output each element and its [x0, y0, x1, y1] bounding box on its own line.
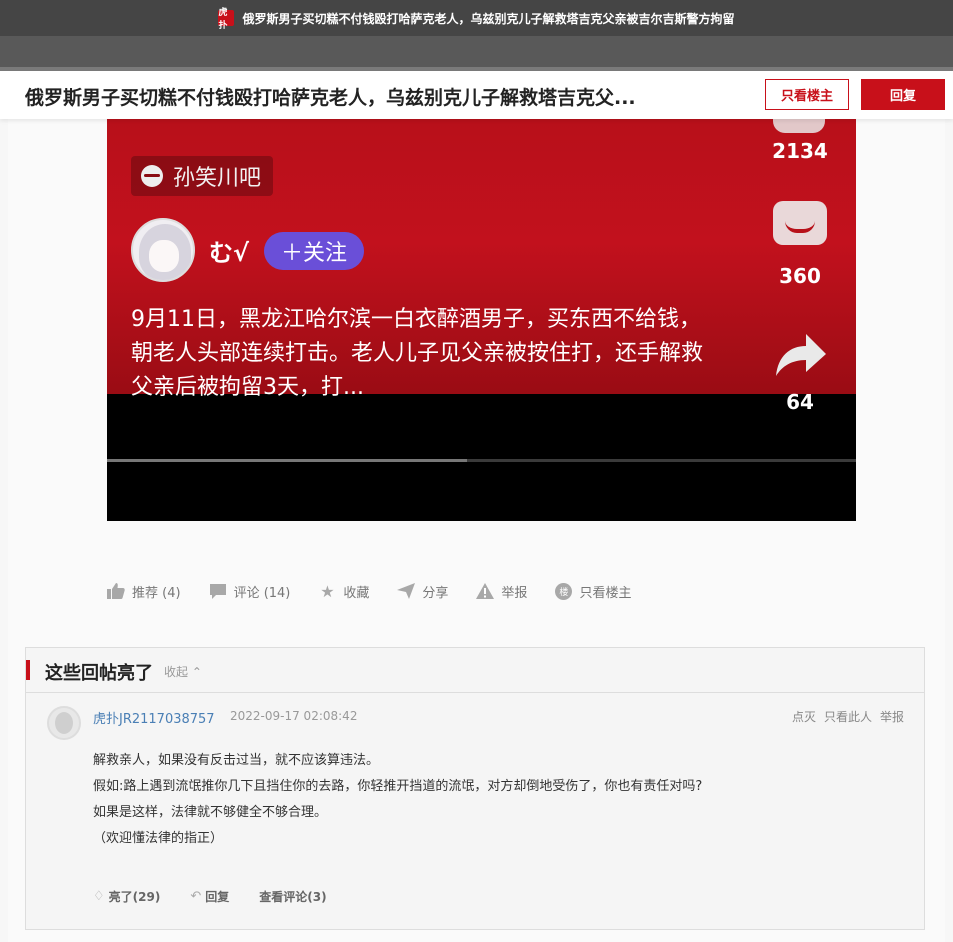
recommend-button[interactable]: 推荐 (4) — [107, 582, 181, 601]
sticky-thread-header: 俄罗斯男子买切糕不付钱殴打哈萨克老人，乌兹别克儿子解救塔吉克父... 只看楼主 … — [0, 71, 953, 119]
reply-operations: 点灭 只看此人 举报 — [784, 708, 904, 725]
favorite-label: 收藏 — [343, 585, 370, 601]
like-count: 2134 — [772, 139, 828, 163]
reply-line: 假如:路上遇到流氓推你几下且挡住你的去路，你轻推开挡道的流氓，对方却倒地受伤了，… — [93, 779, 703, 794]
reply-line: 解救亲人，如果没有反击过当，就不应该算违法。 — [93, 753, 380, 768]
collapse-label: 收起 — [164, 665, 189, 679]
share-label: 分享 — [422, 585, 449, 601]
reply-to-reply-button[interactable]: ↶ 回复 — [190, 888, 229, 905]
reply-line: （欢迎懂法律的指正） — [93, 831, 224, 846]
poster-name: む√ — [209, 239, 250, 267]
chevron-up-icon: ⌃ — [191, 665, 202, 679]
floor-owner-icon: 楼 — [555, 582, 573, 600]
reply-avatar[interactable] — [47, 706, 81, 740]
avatar-head-icon — [55, 712, 73, 734]
reply-body: 解救亲人，如果没有反击过当，就不应该算违法。 假如:路上遇到流氓推你几下且挡住你… — [93, 748, 893, 852]
only-op-button[interactable]: 只看楼主 — [765, 79, 849, 110]
comment-icon — [773, 201, 827, 245]
view-comments-label: 查看评论(3) — [259, 890, 327, 904]
video-progress-bar[interactable] — [107, 459, 856, 462]
thumbs-up-icon — [107, 583, 125, 599]
window-title: 俄罗斯男子买切糕不付钱殴打哈萨克老人，乌兹别克儿子解救塔吉克父亲被吉尔吉斯警方拘… — [242, 11, 735, 26]
share-arrow-icon — [776, 334, 826, 376]
comment-count: 360 — [779, 264, 821, 288]
star-icon: ★ — [320, 581, 335, 601]
lightbulb-icon: ♢ — [93, 889, 105, 904]
forum-globe-icon — [141, 165, 163, 187]
only-op-action[interactable]: 楼 只看楼主 — [555, 582, 631, 601]
only-this-user-link[interactable]: 只看此人 — [824, 708, 872, 725]
warning-icon — [476, 583, 495, 599]
share-button[interactable]: 分享 — [397, 582, 448, 601]
light-button[interactable]: ♢ 亮了(29) — [93, 888, 160, 905]
section-accent-bar — [26, 660, 30, 680]
post-action-bar: 推荐 (4) 评论 (14) ★ 收藏 分享 举报 楼 只看楼主 — [107, 579, 659, 603]
comment-label: 评论 (14) — [233, 585, 291, 601]
comment-button[interactable]: 评论 (14) — [209, 582, 291, 601]
forum-tag: 孙笑川吧 — [131, 156, 274, 196]
highlighted-replies-header: 这些回帖亮了 收起 ⌃ — [26, 648, 924, 693]
highlighted-replies: 这些回帖亮了 收起 ⌃ 虎扑JR2117038757 2022-09-17 02… — [25, 647, 925, 930]
site-favicon-icon: 虎扑 — [218, 8, 235, 31]
reply-line: 如果是这样，法律就不够健全不够合理。 — [93, 805, 328, 820]
report-button[interactable]: 举报 — [476, 582, 527, 601]
window-titlebar: 虎扑 俄罗斯男子买切糕不付钱殴打哈萨克老人，乌兹别克儿子解救塔吉克父亲被吉尔吉斯… — [0, 0, 953, 36]
report-label: 举报 — [501, 585, 528, 601]
dislike-link[interactable]: 点灭 — [792, 708, 816, 725]
follow-button: ＋关注 — [264, 232, 364, 270]
reply-footer: ♢ 亮了(29) ↶ 回复 查看评论(3) — [93, 888, 357, 905]
collapse-toggle[interactable]: 收起 ⌃ — [164, 663, 202, 680]
poster-avatar — [131, 218, 195, 282]
comment-bubble-icon — [209, 584, 226, 599]
reply-to-reply-label: 回复 — [205, 890, 230, 904]
reply-timestamp: 2022-09-17 02:08:42 — [230, 709, 358, 723]
view-comments-button[interactable]: 查看评论(3) — [259, 888, 326, 905]
forum-tag-label: 孙笑川吧 — [173, 166, 262, 191]
like-icon — [773, 119, 825, 133]
video-player[interactable]: 孙笑川吧 む√ ＋关注 9月11日，黑龙江哈尔滨一白衣醉酒男子，买东西不给钱，朝… — [107, 119, 856, 521]
video-caption: 9月11日，黑龙江哈尔滨一白衣醉酒男子，买东西不给钱，朝老人头部连续打击。老人儿… — [131, 307, 704, 400]
reply-arrow-icon: ↶ — [190, 889, 202, 904]
reply-username[interactable]: 虎扑JR2117038757 — [93, 708, 215, 727]
only-op-action-label: 只看楼主 — [579, 585, 632, 601]
browser-toolbar — [0, 36, 953, 67]
thread-title: 俄罗斯男子买切糕不付钱殴打哈萨克老人，乌兹别克儿子解救塔吉克父... — [25, 87, 636, 109]
light-label: 亮了(29) — [108, 890, 161, 904]
video-letterbox — [107, 394, 856, 521]
favorite-button[interactable]: ★ 收藏 — [318, 582, 369, 601]
section-title: 这些回帖亮了 — [45, 663, 153, 684]
video-progress-fill — [107, 459, 467, 462]
reply-button[interactable]: 回复 — [861, 79, 945, 110]
avatar-face — [149, 240, 179, 272]
paper-plane-icon — [397, 583, 416, 599]
recommend-label: 推荐 (4) — [132, 585, 181, 601]
report-reply-link[interactable]: 举报 — [880, 708, 904, 725]
share-count: 64 — [786, 390, 814, 414]
